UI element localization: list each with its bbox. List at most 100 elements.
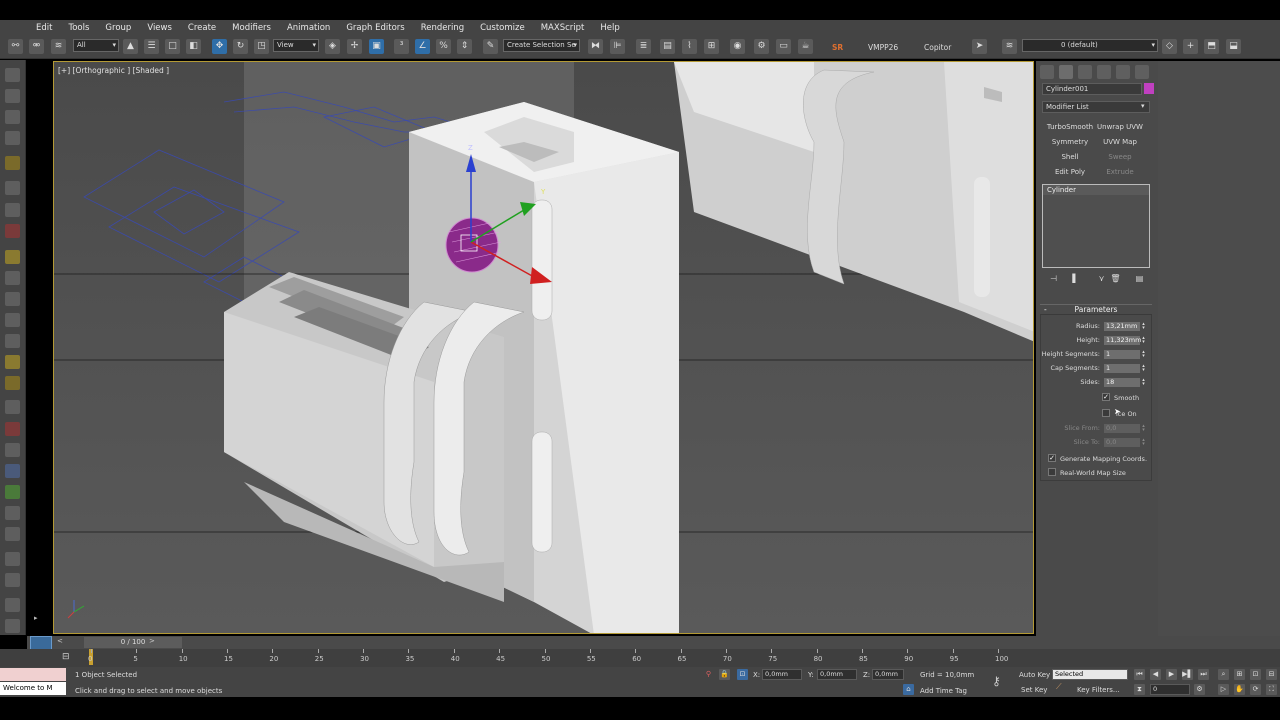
omni-light-icon[interactable] (5, 355, 20, 369)
bind-space-warp-icon[interactable]: ≋ (51, 39, 66, 54)
sun-icon[interactable] (5, 250, 20, 264)
plugin-sr-button[interactable]: SR (832, 43, 843, 52)
paint-icon[interactable] (5, 203, 20, 217)
dynamics-icon[interactable] (5, 422, 20, 436)
menu-create[interactable]: Create (188, 23, 216, 33)
rendered-frame-window-icon[interactable]: ▭ (776, 39, 791, 54)
unwrap-uvw-button[interactable]: Unwrap UVW (1094, 121, 1146, 133)
modifier-stack[interactable]: Cylinder (1042, 184, 1150, 268)
show-end-result-icon[interactable]: ▌ (1070, 274, 1081, 285)
cursor-tool-icon[interactable]: ➤ (972, 39, 987, 54)
maximize-viewport-icon[interactable]: ⛶ (1266, 684, 1277, 695)
unlink-icon[interactable]: ⚮ (29, 39, 44, 54)
utilities-tab-icon[interactable] (1135, 65, 1149, 79)
key-mode-toggle-icon[interactable]: ⧗ (1134, 684, 1145, 695)
target-icon[interactable] (5, 376, 20, 390)
display-tab-icon[interactable] (1116, 65, 1130, 79)
box-icon[interactable] (5, 89, 20, 103)
selection-lock-icon[interactable]: 🔒 (719, 669, 730, 680)
zoom-icon[interactable]: ⌕ (1218, 669, 1229, 680)
zoom-all-icon[interactable]: ⊞ (1234, 669, 1245, 680)
menu-rendering[interactable]: Rendering (421, 23, 464, 33)
modify-tab-icon[interactable] (1059, 65, 1073, 79)
hemisphere-icon[interactable] (5, 271, 20, 285)
selection-filter-dropdown[interactable]: All (73, 39, 119, 52)
track-bar[interactable]: ⊟ 0 5 10 15 20 25 30 35 40 45 50 55 60 65 70 75 80 85 90 95… (0, 649, 1280, 667)
hf-icon[interactable] (5, 506, 20, 520)
menu-views[interactable]: Views (147, 23, 172, 33)
select-and-scale-icon[interactable]: ◳ (254, 39, 269, 54)
light-icon[interactable] (5, 156, 20, 170)
previous-frame-icon[interactable]: ◀ (1150, 669, 1161, 680)
uvw-map-button[interactable]: UVW Map (1094, 136, 1146, 148)
orbit-icon[interactable]: ⟳ (1250, 684, 1261, 695)
add-time-tag-button[interactable]: Add Time Tag (920, 687, 967, 695)
plant-icon[interactable] (5, 485, 20, 499)
snaps-toggle-icon[interactable]: ³ (394, 39, 409, 54)
selected-set-dropdown[interactable]: Selected (1052, 669, 1128, 680)
zoom-extents-all-icon[interactable]: ⊟ (1266, 669, 1277, 680)
particles-icon[interactable] (5, 400, 20, 414)
go-to-start-icon[interactable]: ⏮ (1134, 669, 1145, 680)
plugin-copitor-button[interactable]: Copitor (924, 43, 951, 52)
track-bar-toggle-icon[interactable]: ⊟ (62, 652, 74, 662)
make-unique-icon[interactable]: ⋎ (1096, 274, 1107, 285)
stack-item-cylinder[interactable]: Cylinder (1043, 185, 1149, 195)
render-setup-icon[interactable]: ⚙ (754, 39, 769, 54)
menu-maxscript[interactable]: MAXScript (541, 23, 585, 33)
remove-modifier-icon[interactable]: 🗑 (1110, 274, 1121, 285)
key-filters-button[interactable]: Key Filters... (1077, 686, 1120, 694)
time-configuration-icon[interactable]: ⚙ (1194, 684, 1205, 695)
select-object-icon[interactable]: ▲ (123, 39, 138, 54)
go-to-end-icon[interactable]: ⏭ (1198, 669, 1209, 680)
plugin-vmpp-button[interactable]: VMPP26 (868, 43, 898, 52)
mirror-icon[interactable]: ⧓ (588, 39, 603, 54)
parameters-rollout-header[interactable]: - Parameters (1040, 304, 1152, 315)
set-key-button[interactable]: Set Key (1021, 686, 1047, 694)
named-selection-dropdown[interactable]: Create Selection Se (503, 39, 580, 52)
isolate-selection-icon[interactable]: ⚲ (703, 669, 714, 680)
rollout-collapse-icon[interactable]: - (1044, 305, 1047, 314)
window-crossing-icon[interactable]: ◧ (186, 39, 201, 54)
spinner-snap-icon[interactable]: ⇕ (457, 39, 472, 54)
pivot-center-icon[interactable]: ◈ (325, 39, 340, 54)
link-icon[interactable]: ⚯ (8, 39, 23, 54)
brush-icon[interactable] (5, 527, 20, 541)
render-tool-icon[interactable] (5, 224, 20, 238)
cone-icon[interactable] (5, 334, 20, 348)
play-icon[interactable]: ▶ (1166, 669, 1177, 680)
percent-snap-icon[interactable]: % (436, 39, 451, 54)
menu-tools[interactable]: Tools (68, 23, 89, 33)
object-color-swatch[interactable] (1144, 83, 1154, 94)
triangle-icon[interactable] (5, 443, 20, 457)
shell-button[interactable]: Shell (1044, 151, 1096, 163)
select-and-rotate-icon[interactable]: ↻ (233, 39, 248, 54)
viewport-label[interactable]: [+] [Orthographic ] [Shaded ] (58, 66, 169, 75)
edit-poly-button[interactable]: Edit Poly (1044, 166, 1096, 178)
fov-icon[interactable]: ▷ (1218, 684, 1229, 695)
create-tab-icon[interactable] (1040, 65, 1054, 79)
select-manipulate-icon[interactable]: ✢ (347, 39, 362, 54)
expand-arrow-icon[interactable]: ▸ (34, 614, 38, 622)
y-coord-field[interactable]: 0,0mm (817, 669, 857, 680)
keyboard-shortcut-override-icon[interactable]: ▣ (369, 39, 384, 54)
eye-icon[interactable] (5, 68, 20, 82)
globe-icon[interactable] (5, 464, 20, 478)
turbosmooth-button[interactable]: TurboSmooth (1044, 121, 1096, 133)
key-icon[interactable]: ⚷ (992, 674, 1010, 688)
time-tag-icon[interactable]: ⌂ (903, 684, 914, 695)
schematic-view-icon[interactable]: ⊞ (704, 39, 719, 54)
layer-tool-icon[interactable] (5, 181, 20, 195)
help-icon[interactable] (5, 619, 20, 633)
viewport-orthographic[interactable]: Z Y [+] [Orthographic ] [Shaded ] (53, 61, 1034, 634)
layer-manager-icon[interactable]: ≣ (636, 39, 651, 54)
layers-icon[interactable]: ≋ (1002, 39, 1017, 54)
chevron-down-icon[interactable]: ▾ (1141, 102, 1145, 110)
pan-view-icon[interactable]: ✋ (1234, 684, 1245, 695)
layer-dropdown[interactable]: 0 (default) (1022, 39, 1158, 52)
hierarchy-tab-icon[interactable] (1078, 65, 1092, 79)
time-slider-prev-icon[interactable]: < (57, 637, 63, 645)
configure-sets-icon[interactable]: ▤ (1134, 274, 1145, 285)
sweep-button[interactable]: Sweep (1094, 151, 1146, 163)
time-slider-next-icon[interactable]: > (149, 637, 155, 645)
